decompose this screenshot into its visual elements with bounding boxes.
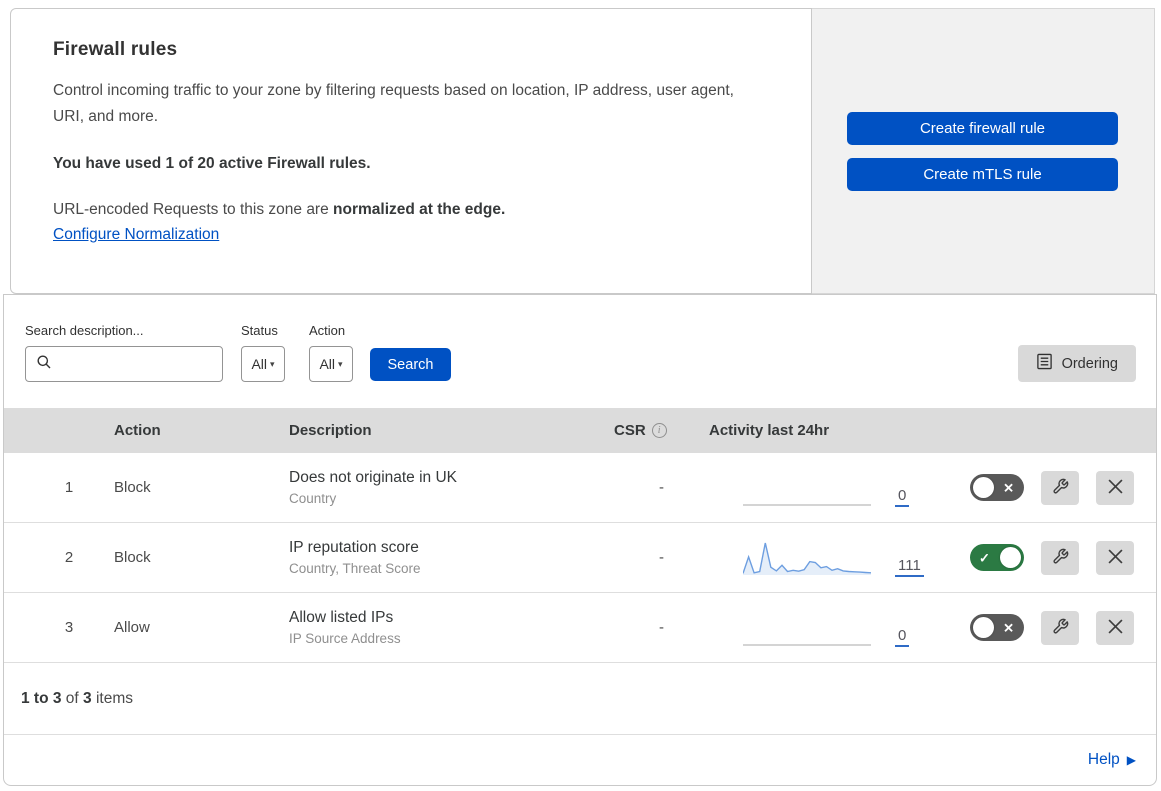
chevron-right-icon: ▶ <box>1126 753 1136 767</box>
rule-enable-toggle[interactable]: ✓ ✕ <box>970 614 1024 641</box>
rule-controls: ✓ ✕ <box>924 540 1156 575</box>
rule-fields: IP Source Address <box>289 631 401 646</box>
action-column-header: Action <box>114 422 161 439</box>
delete-rule-button[interactable] <box>1096 540 1134 575</box>
action-dropdown[interactable]: All ▾ <box>309 346 353 382</box>
status-dropdown[interactable]: All ▾ <box>241 346 285 382</box>
help-link[interactable]: Help ▶ <box>1088 751 1136 769</box>
table-header: Action Description CSR i Activity last 24… <box>4 408 1156 453</box>
edit-rule-button[interactable] <box>1041 610 1079 645</box>
rule-activity-cell: 0 <box>709 608 924 648</box>
x-icon: ✕ <box>1003 620 1014 635</box>
close-icon <box>1107 478 1123 497</box>
rule-fields: Country, Threat Score <box>289 561 421 576</box>
toggle-knob <box>973 617 994 638</box>
edit-rule-button[interactable] <box>1041 470 1079 505</box>
ordering-button[interactable]: Ordering <box>1017 345 1136 382</box>
list-icon <box>1036 353 1053 374</box>
firewall-rules-card: Search description... Status All ▾ Action… <box>3 294 1157 786</box>
search-input-field[interactable] <box>52 347 222 381</box>
action-value: All <box>319 356 336 372</box>
cta-panel: Create firewall rule Create mTLS rule <box>812 8 1155 294</box>
activity-sparkline <box>743 538 871 578</box>
rule-controls: ✓ ✕ <box>924 610 1156 645</box>
help-bar: Help ▶ <box>4 735 1156 785</box>
rule-action: Block <box>114 549 151 566</box>
rule-priority: 3 <box>64 619 74 636</box>
rule-csr: - <box>659 479 664 496</box>
toggle-knob <box>973 477 994 498</box>
normalization-note: URL-encoded Requests to this zone are no… <box>53 201 769 219</box>
activity-column-header: Activity last 24hr <box>709 422 830 439</box>
status-label: Status <box>241 323 278 338</box>
normalization-text: URL-encoded Requests to this zone are <box>53 201 334 219</box>
normalization-bold-text: normalized at the edge. <box>333 201 506 219</box>
rule-action: Allow <box>114 619 150 636</box>
page-description: Control incoming traffic to your zone by… <box>53 82 734 126</box>
configure-normalization-link[interactable]: Configure Normalization <box>53 226 219 243</box>
action-field: Action All ▾ <box>309 323 353 382</box>
activity-sparkline <box>743 608 871 648</box>
close-icon <box>1107 548 1123 567</box>
search-icon <box>36 354 52 375</box>
item-total: 3 <box>83 689 92 707</box>
create-firewall-rule-button[interactable]: Create firewall rule <box>847 111 1118 145</box>
rule-action: Block <box>114 479 151 496</box>
chevron-down-icon: ▾ <box>270 358 275 369</box>
wrench-icon <box>1052 478 1069 498</box>
table-row: 2 Block IP reputation score Country, Thr… <box>4 523 1156 593</box>
close-icon <box>1107 618 1123 637</box>
table-row: 1 Block Does not originate in UK Country… <box>4 453 1156 523</box>
description-column-header: Description <box>289 422 372 439</box>
intro-card: Firewall rules Control incoming traffic … <box>10 8 812 294</box>
rule-activity-cell: 111 <box>709 538 924 578</box>
rule-csr: - <box>659 549 664 566</box>
delete-rule-button[interactable] <box>1096 610 1134 645</box>
x-icon: ✕ <box>1003 480 1014 495</box>
toggle-knob <box>1000 547 1021 568</box>
rule-description: IP reputation score <box>289 539 419 556</box>
rule-description-cell: Allow listed IPs IP Source Address <box>289 609 614 646</box>
rule-enable-toggle[interactable]: ✓ ✕ <box>970 474 1024 501</box>
page-title: Firewall rules <box>53 39 178 60</box>
activity-sparkline <box>743 468 871 508</box>
rule-priority: 1 <box>64 479 74 496</box>
rule-description: Does not originate in UK <box>289 469 458 486</box>
rule-description-cell: Does not originate in UK Country <box>289 469 614 506</box>
table-row: 3 Allow Allow listed IPs IP Source Addre… <box>4 593 1156 663</box>
activity-count-link[interactable]: 111 <box>895 557 924 577</box>
rule-csr: - <box>659 619 664 636</box>
info-icon[interactable]: i <box>651 423 667 438</box>
search-input[interactable] <box>25 346 223 382</box>
activity-count-link[interactable]: 0 <box>895 627 910 647</box>
create-mtls-rule-button[interactable]: Create mTLS rule <box>847 157 1118 191</box>
ordering-label: Ordering <box>1061 355 1118 372</box>
wrench-icon <box>1052 548 1069 568</box>
wrench-icon <box>1052 618 1069 638</box>
usage-summary: You have used 1 of 20 active Firewall ru… <box>53 155 371 173</box>
action-label: Action <box>309 323 346 338</box>
rule-fields: Country <box>289 491 337 506</box>
rule-description-cell: IP reputation score Country, Threat Scor… <box>289 539 614 576</box>
rule-description: Allow listed IPs <box>289 609 394 626</box>
rule-controls: ✓ ✕ <box>924 470 1156 505</box>
activity-count-link[interactable]: 0 <box>895 487 910 507</box>
rule-priority: 2 <box>64 549 74 566</box>
edit-rule-button[interactable] <box>1041 540 1079 575</box>
search-button[interactable]: Search <box>370 348 451 381</box>
csr-column-header: CSR i <box>614 422 709 439</box>
pagination-summary: 1 to 3 of 3 items <box>4 663 1156 735</box>
chevron-down-icon: ▾ <box>338 358 343 369</box>
rule-enable-toggle[interactable]: ✓ ✕ <box>970 544 1024 571</box>
filter-toolbar: Search description... Status All ▾ Action… <box>4 295 1156 408</box>
delete-rule-button[interactable] <box>1096 470 1134 505</box>
header-row: Firewall rules Control incoming traffic … <box>10 8 1155 294</box>
status-value: All <box>251 356 268 372</box>
search-field: Search description... <box>25 323 223 382</box>
check-icon: ✓ <box>979 550 990 565</box>
item-range: 1 to 3 <box>21 689 62 707</box>
rule-activity-cell: 0 <box>709 468 924 508</box>
search-label: Search description... <box>25 323 144 338</box>
status-field: Status All ▾ <box>241 323 285 382</box>
